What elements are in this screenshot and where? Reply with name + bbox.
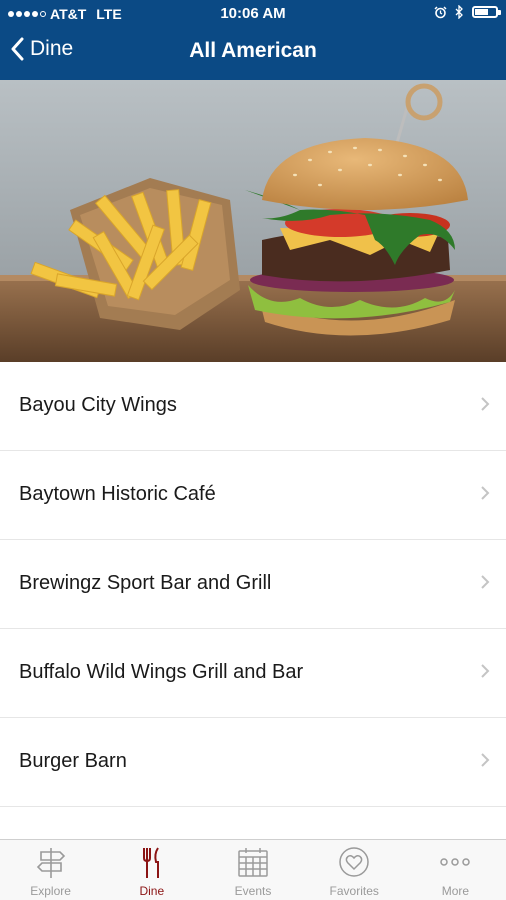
tab-bar: Explore Dine Events Favorites More [0, 839, 506, 900]
restaurant-name: Brewingz Sport Bar and Grill [19, 572, 272, 594]
battery-icon [472, 6, 501, 18]
header: AT&T LTE 10:06 AM Dine All American [0, 0, 506, 80]
status-right [434, 5, 501, 19]
tab-label: More [441, 884, 470, 898]
tab-dine[interactable]: Dine [101, 840, 202, 900]
tab-events[interactable]: Events [202, 840, 303, 900]
signpost-icon [36, 848, 65, 878]
restaurant-name: Buffalo Wild Wings Grill and Bar [19, 661, 304, 683]
list-item[interactable]: Brewingz Sport Bar and Grill [0, 540, 506, 629]
list-item[interactable]: Bayou City Wings [0, 362, 506, 451]
status-bar: AT&T LTE 10:06 AM [0, 0, 506, 27]
tab-more[interactable]: More [405, 840, 506, 900]
list-item[interactable]: Baytown Historic Café [0, 451, 506, 540]
restaurant-name: Bayou City Wings [19, 394, 177, 416]
navigation-bar: Dine All American [0, 27, 506, 80]
page-title: All American [189, 39, 317, 62]
tab-label: Favorites [329, 884, 379, 898]
bluetooth-icon [455, 5, 463, 19]
chevron-right-icon [481, 664, 490, 678]
tab-label: Explore [30, 884, 71, 898]
hero-image [0, 80, 506, 362]
tab-label: Dine [139, 884, 165, 898]
tab-favorites[interactable]: Favorites [304, 840, 405, 900]
more-dots-icon [440, 858, 471, 866]
calendar-icon [238, 848, 268, 877]
chevron-right-icon [481, 486, 490, 500]
heart-icon [339, 847, 369, 877]
list-item[interactable]: Burger Barn [0, 718, 506, 807]
fork-knife-icon [142, 847, 159, 878]
tab-explore[interactable]: Explore [0, 840, 101, 900]
list-item[interactable]: Buffalo Wild Wings Grill and Bar [0, 629, 506, 718]
restaurant-name: Burger Barn [19, 750, 127, 772]
status-time: 10:06 AM [220, 5, 286, 22]
tab-label: Events [234, 884, 272, 898]
alarm-icon [434, 5, 447, 18]
restaurant-list: Bayou City Wings Baytown Historic Café B… [0, 362, 506, 807]
burger-and-fries-image [0, 80, 506, 362]
chevron-right-icon [481, 753, 490, 767]
chevron-right-icon [481, 575, 490, 589]
restaurant-name: Baytown Historic Café [19, 483, 216, 505]
chevron-right-icon [481, 397, 490, 411]
